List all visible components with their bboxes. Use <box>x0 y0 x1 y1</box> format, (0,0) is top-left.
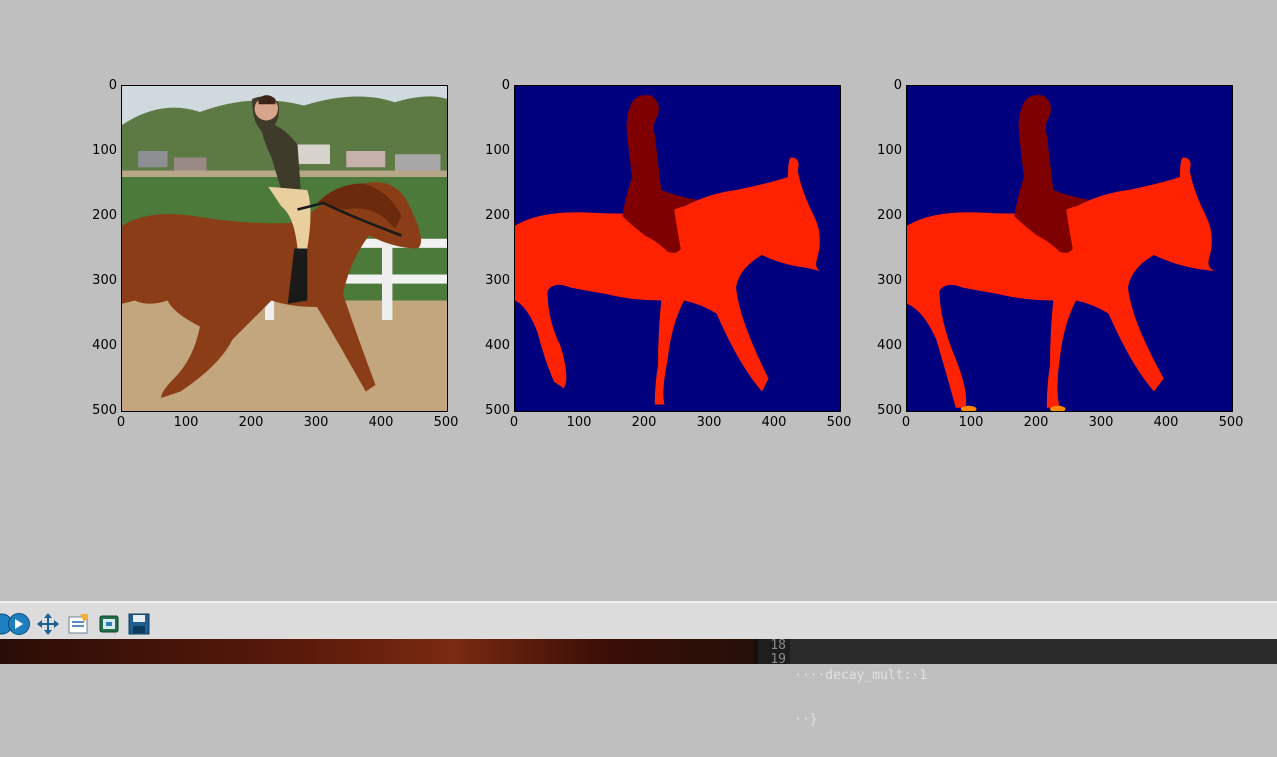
code-editor-window: 18 19 ····decay_mult:·1 ··} <box>755 638 1277 727</box>
y-tick-label: 100 <box>92 143 117 158</box>
y-tick-label: 0 <box>893 78 902 93</box>
y-tick-label: 100 <box>485 143 510 158</box>
y-tick-label: 300 <box>877 273 902 288</box>
y-tick-label: 400 <box>485 338 510 353</box>
y-tick-label: 300 <box>92 273 117 288</box>
navigation-toolbar <box>0 601 1277 639</box>
ground-truth-segmentation <box>515 86 840 411</box>
y-tick-label: 400 <box>877 338 902 353</box>
x-tick-label: 500 <box>433 415 459 430</box>
predicted-segmentation <box>907 86 1232 411</box>
code-line: ··} <box>794 712 818 727</box>
desktop-background <box>0 639 755 664</box>
edit-axes-button[interactable] <box>97 612 121 636</box>
x-tick-label: 500 <box>1218 415 1244 430</box>
y-tick-label: 200 <box>92 208 117 223</box>
matplotlib-figure: 0 100 200 300 400 500 0 100 200 300 400 500 0 100 200 3… <box>0 0 1277 601</box>
x-tick-label: 0 <box>509 415 519 430</box>
y-tick-label: 200 <box>485 208 510 223</box>
y-tick-label: 0 <box>108 78 117 93</box>
x-tick-label: 200 <box>238 415 264 430</box>
y-tick-label: 300 <box>485 273 510 288</box>
floppy-disk-icon <box>128 613 150 635</box>
x-tick-label: 400 <box>761 415 787 430</box>
forward-button[interactable] <box>7 612 31 636</box>
x-tick-label: 100 <box>173 415 199 430</box>
x-tick-label: 100 <box>566 415 592 430</box>
pan-button[interactable] <box>36 612 60 636</box>
x-tick-label: 300 <box>696 415 722 430</box>
code-text[interactable]: ····decay_mult:·1 ··} <box>794 639 927 757</box>
y-tick-label: 400 <box>92 338 117 353</box>
code-line: ····decay_mult:·1 <box>794 668 928 683</box>
y-tick-label: 0 <box>501 78 510 93</box>
x-tick-label: 400 <box>1153 415 1179 430</box>
subplots-config-icon <box>68 614 88 634</box>
move-arrows-icon <box>37 613 59 635</box>
x-tick-label: 0 <box>116 415 126 430</box>
x-tick-label: 300 <box>1088 415 1114 430</box>
line-number-gutter: 18 19 <box>758 638 790 667</box>
input-image-panel <box>121 85 448 412</box>
line-number: 19 <box>770 652 786 667</box>
configure-subplots-button[interactable] <box>66 612 90 636</box>
line-number: 18 <box>770 638 786 653</box>
x-tick-label: 500 <box>826 415 852 430</box>
x-tick-label: 200 <box>1023 415 1049 430</box>
x-tick-label: 100 <box>958 415 984 430</box>
ground-truth-panel <box>514 85 841 412</box>
edit-icon <box>99 615 119 633</box>
forward-arrow-icon <box>8 613 30 635</box>
x-tick-label: 300 <box>303 415 329 430</box>
save-button[interactable] <box>127 612 151 636</box>
y-tick-label: 200 <box>877 208 902 223</box>
x-tick-label: 0 <box>901 415 911 430</box>
x-tick-label: 400 <box>368 415 394 430</box>
x-tick-label: 200 <box>631 415 657 430</box>
y-tick-label: 100 <box>877 143 902 158</box>
prediction-panel <box>906 85 1233 412</box>
horse-rider-photo <box>122 86 447 411</box>
